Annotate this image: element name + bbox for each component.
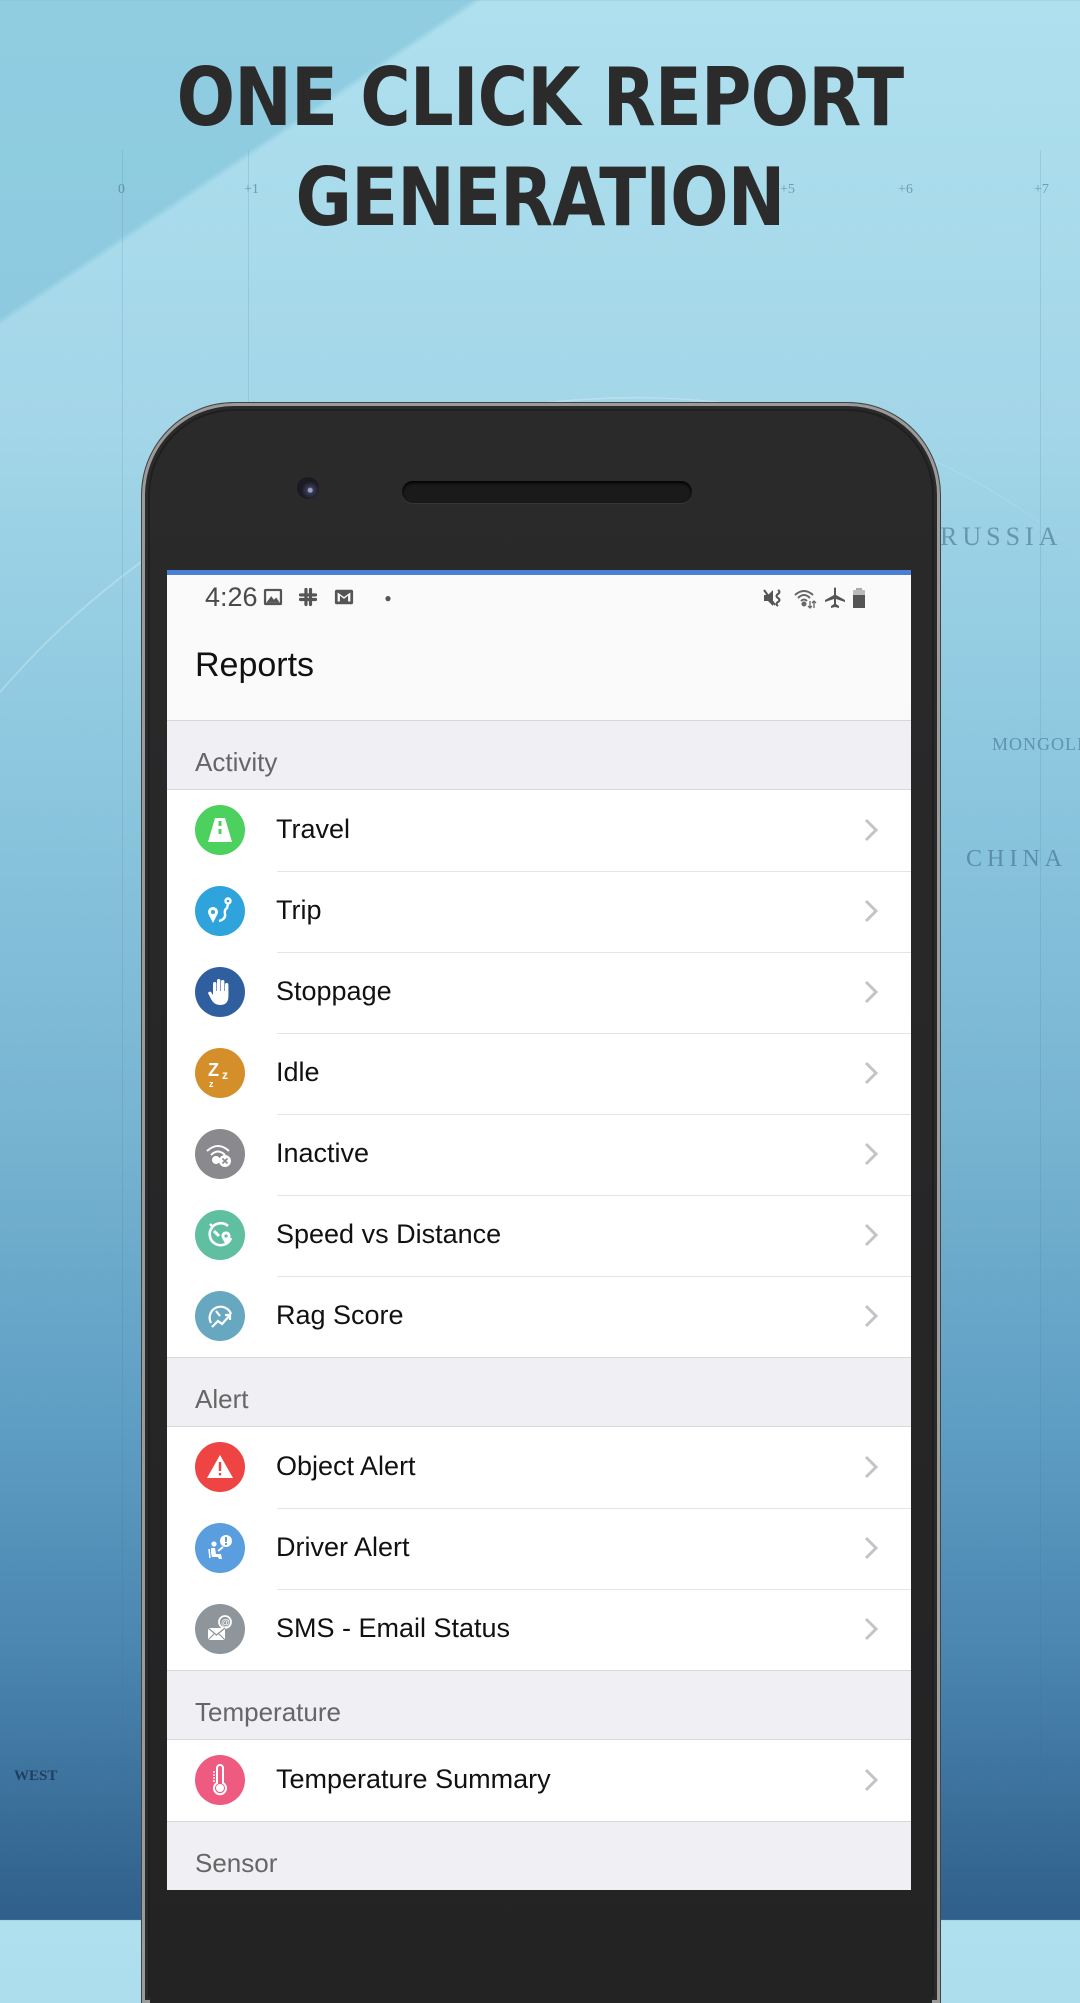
map-label-china: CHINA [966,846,1067,872]
chevron-right-icon [864,1061,879,1085]
front-camera [297,477,319,499]
report-item-speed-vs-distance[interactable]: Speed vs Distance [167,1195,911,1276]
promo-headline: ONE CLICK REPORT GENERATION [76,48,1005,248]
report-item-label: Travel [276,814,351,844]
status-time: 4:26 [205,582,258,612]
report-item-label: Speed vs Distance [276,1219,502,1249]
map-timezone-number: +7 [1034,182,1049,197]
report-item-temperature-summary[interactable]: Temperature Summary [167,1740,911,1822]
mute-vibrate-icon [763,587,785,609]
gauge-trend-icon [195,1291,245,1341]
section-header-temperature: Temperature [167,1671,911,1740]
report-item-label: Stoppage [276,976,392,1006]
map-label-russia: RUSSIA [940,522,1063,551]
chevron-right-icon [864,1536,879,1560]
map-label-mongolia: MONGOLIA [992,734,1080,754]
section-label: Activity [195,747,278,777]
sleep-zzz-icon: Zzz [195,1048,245,1098]
section-header-sensor: Sensor [167,1822,911,1890]
report-item-label: Driver Alert [276,1532,410,1562]
report-item-rag-score[interactable]: Rag Score [167,1276,911,1358]
chevron-right-icon [864,1768,879,1792]
report-item-label: Rag Score [276,1300,404,1330]
report-item-sms-email-status[interactable]: @ SMS - Email Status [167,1589,911,1671]
chevron-right-icon [864,1142,879,1166]
report-item-label: Idle [276,1057,320,1087]
section-header-activity: Activity [167,721,911,790]
hand-stop-icon [195,967,245,1017]
chevron-right-icon [864,980,879,1004]
map-grid-line [122,150,123,1850]
section-label: Sensor [195,1848,278,1878]
slack-icon [297,587,319,609]
route-pin-icon [195,886,245,936]
chevron-right-icon [864,1304,879,1328]
airplane-mode-icon [824,587,846,609]
report-item-stoppage[interactable]: Stoppage [167,952,911,1033]
map-grid-line [1040,150,1041,1850]
app-header: Reports [167,620,911,721]
gmail-icon [333,587,355,609]
image-icon [262,587,284,609]
page-title: Reports [195,646,315,684]
report-item-trip[interactable]: Trip [167,871,911,952]
chevron-right-icon [864,1617,879,1641]
promo-headline-line2: GENERATION [295,151,786,244]
promo-headline-line1: ONE CLICK REPORT [176,51,905,144]
report-item-inactive[interactable]: Inactive [167,1114,911,1195]
road-icon [195,805,245,855]
email-at-icon: @ [195,1604,245,1654]
chevron-right-icon [864,818,879,842]
alert-report-list: Object Alert Driver Alert @ SMS - Email … [167,1427,911,1671]
report-item-label: Inactive [276,1138,370,1168]
report-item-label: SMS - Email Status [276,1613,511,1643]
chevron-right-icon [864,1223,879,1247]
temperature-report-list: Temperature Summary [167,1740,911,1822]
driver-alert-icon [195,1523,245,1573]
svg-text:@: @ [221,1618,230,1628]
section-label: Temperature [195,1697,341,1727]
chevron-right-icon [864,1455,879,1479]
wifi-icon [793,587,817,609]
report-item-label: Temperature Summary [276,1764,551,1794]
report-item-idle[interactable]: Zzz Idle [167,1033,911,1114]
battery-icon [851,587,867,609]
activity-report-list: Travel Trip Stoppage Zzz Idle Inactive S… [167,790,911,1358]
earpiece-speaker [402,481,692,503]
section-header-alert: Alert [167,1358,911,1427]
chevron-right-icon [864,899,879,923]
svg-text:z: z [222,1068,228,1082]
status-bar: 4:26 ● [167,575,911,620]
report-item-driver-alert[interactable]: Driver Alert [167,1508,911,1589]
signal-off-icon [195,1129,245,1179]
warning-triangle-icon [195,1442,245,1492]
dot-icon: ● [384,591,392,605]
speed-distance-icon [195,1210,245,1260]
report-item-label: Trip [276,895,322,925]
svg-text:z: z [209,1079,214,1089]
report-item-travel[interactable]: Travel [167,790,911,871]
report-item-object-alert[interactable]: Object Alert [167,1427,911,1508]
map-label-west: WEST [14,1768,58,1784]
phone-screen: 4:26 ● Reports Activity Travel Trip Stop… [167,570,911,1890]
report-item-label: Object Alert [276,1451,416,1481]
section-label: Alert [195,1384,249,1414]
thermometer-icon [195,1755,245,1805]
svg-text:Z: Z [208,1060,219,1080]
